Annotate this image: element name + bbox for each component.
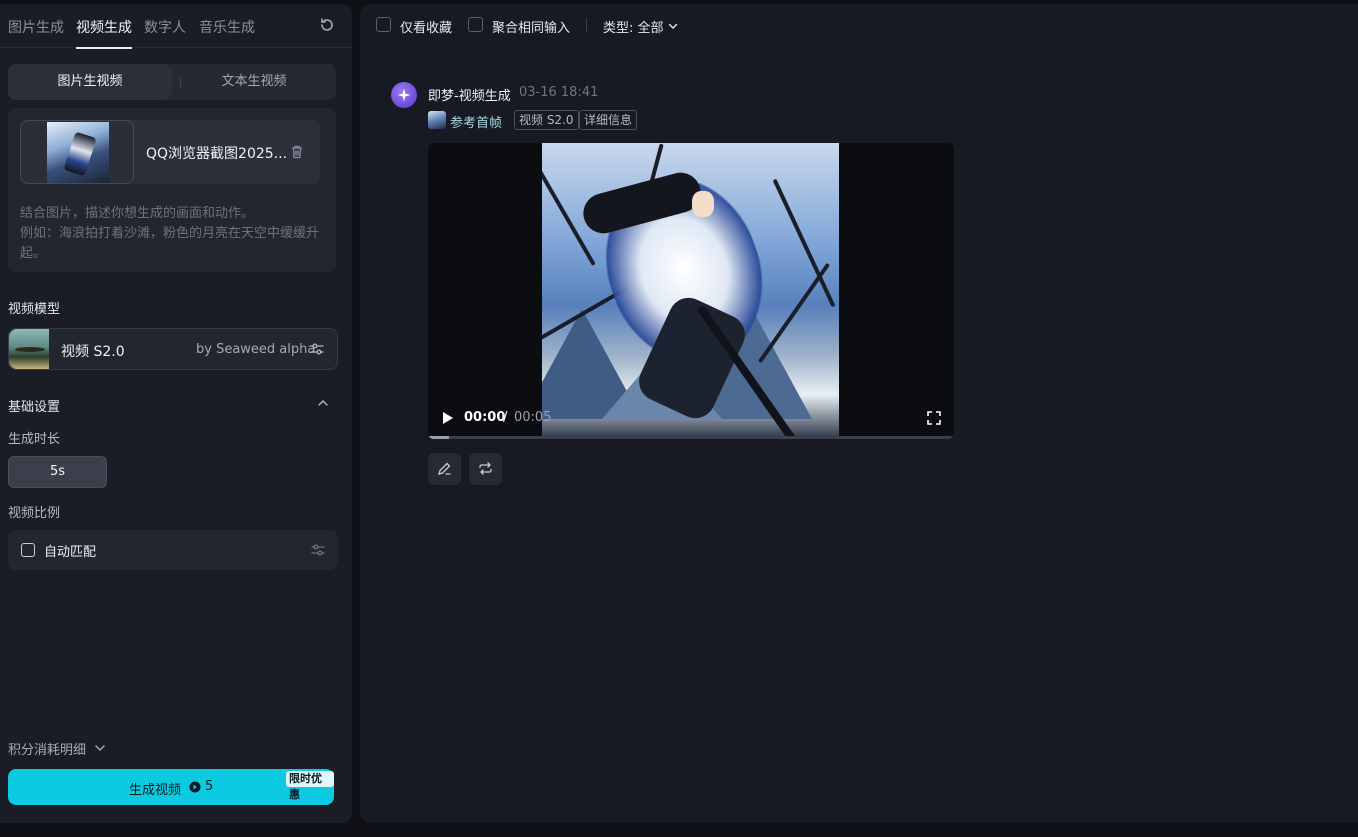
generation-tabs: 图片生成 视频生成 数字人 音乐生成 [0,4,352,49]
thumbnail-figure [63,131,97,177]
edit-button[interactable] [428,453,461,485]
mode-switch: 图片生视频 文本生视频 [8,64,336,100]
video-current-time: 00:00 [464,410,506,425]
ratio-label: 视频比例 [8,506,61,521]
model-provider: by Seaweed alpha [196,342,316,357]
video-progress-bar[interactable] [428,436,954,439]
chevron-up-icon[interactable] [316,396,330,410]
aspect-ratio-icon [21,543,35,557]
reference-frame-label[interactable]: 参考首帧 [450,112,502,131]
record-author: 即梦-视频生成 [428,89,511,104]
sword-shape [772,178,836,308]
ratio-selector[interactable]: 自动匹配 [8,530,338,570]
prompt-input[interactable]: 结合图片，描述你想生成的画面和动作。 例如：海浪拍打着沙滩，粉色的月亮在天空中缓… [20,204,326,264]
tab-music-generation[interactable]: 音乐生成 [199,17,255,37]
uploaded-file-card[interactable]: QQ浏览器截图2025... [20,120,320,184]
play-icon[interactable] [442,411,454,425]
generate-video-button[interactable]: 生成视频 5 限时优惠 [8,769,334,805]
ratio-value: 自动匹配 [44,545,97,560]
reference-frame-thumbnail[interactable] [428,111,446,129]
model-tag: 视频 S2.0 [514,110,579,130]
basic-settings-label: 基础设置 [8,400,61,415]
reset-icon[interactable] [318,16,336,34]
results-panel: 仅看收藏 聚合相同输入 类型: 全部 即梦-视频生成 03-16 18:41 参… [360,4,1358,823]
video-progress-fill [428,436,450,439]
tab-video-generation[interactable]: 视频生成 [76,17,132,49]
generator-avatar [391,82,417,108]
fullscreen-icon[interactable] [927,411,941,425]
sliders-icon[interactable] [309,341,325,357]
prompt-hint-line1: 结合图片，描述你想生成的画面和动作。 [20,206,255,221]
mode-text-to-video[interactable]: 文本生视频 [172,64,336,100]
thumbnail-image [47,122,109,183]
duration-label: 生成时长 [8,432,61,447]
aggregate-inputs-checkbox[interactable] [468,17,483,32]
tab-image-generation[interactable]: 图片生成 [8,17,64,37]
filter-divider [586,18,587,32]
model-section-label: 视频模型 [8,302,61,317]
credits-detail-link[interactable]: 积分消耗明细 [8,739,86,758]
promo-badge: 限时优惠 [286,771,334,801]
generate-cost: 5 [205,779,214,794]
type-filter-dropdown[interactable]: 类型: 全部 [603,17,664,36]
chevron-down-icon[interactable] [93,741,107,755]
sparkle-icon [397,88,411,102]
sliders-icon[interactable] [310,542,326,558]
model-thumbnail [9,329,49,369]
favorites-only-label[interactable]: 仅看收藏 [400,17,452,36]
tab-digital-human[interactable]: 数字人 [144,17,186,37]
video-frame [542,143,839,439]
chevron-down-icon[interactable] [667,20,679,32]
duration-option-5s[interactable]: 5s [8,456,107,488]
pencil-icon [438,462,451,475]
figure-face [692,191,714,217]
regenerate-button[interactable] [469,453,502,485]
credits-coin-icon [189,781,201,793]
model-selector[interactable]: 视频 S2.0 by Seaweed alpha [8,328,338,370]
video-player[interactable]: 00:00 / 00:05 [428,143,954,439]
aggregate-inputs-label[interactable]: 聚合相同输入 [492,17,570,36]
upload-area[interactable]: QQ浏览器截图2025... 结合图片，描述你想生成的画面和动作。 例如：海浪拍… [8,108,336,272]
details-tag[interactable]: 详细信息 [579,110,638,130]
repeat-icon [479,462,492,475]
video-time-separator: / [503,410,508,425]
left-panel: 图片生成 视频生成 数字人 音乐生成 图片生视频 文本生视频 QQ浏览器截图20… [0,4,352,823]
mode-image-to-video[interactable]: 图片生视频 [8,64,172,100]
record-time: 03-16 18:41 [519,85,599,100]
uploaded-image-thumbnail[interactable] [20,120,134,184]
favorites-only-checkbox[interactable] [376,17,391,32]
prompt-hint-line2: 例如：海浪拍打着沙滩，粉色的月亮在天空中缓缓升起。 [20,226,320,261]
file-name: QQ浏览器截图2025... [146,146,288,162]
trash-icon[interactable] [289,144,305,160]
video-duration: 00:05 [514,410,552,425]
generate-button-label: 生成视频 [129,783,182,798]
model-name: 视频 S2.0 [61,344,125,360]
